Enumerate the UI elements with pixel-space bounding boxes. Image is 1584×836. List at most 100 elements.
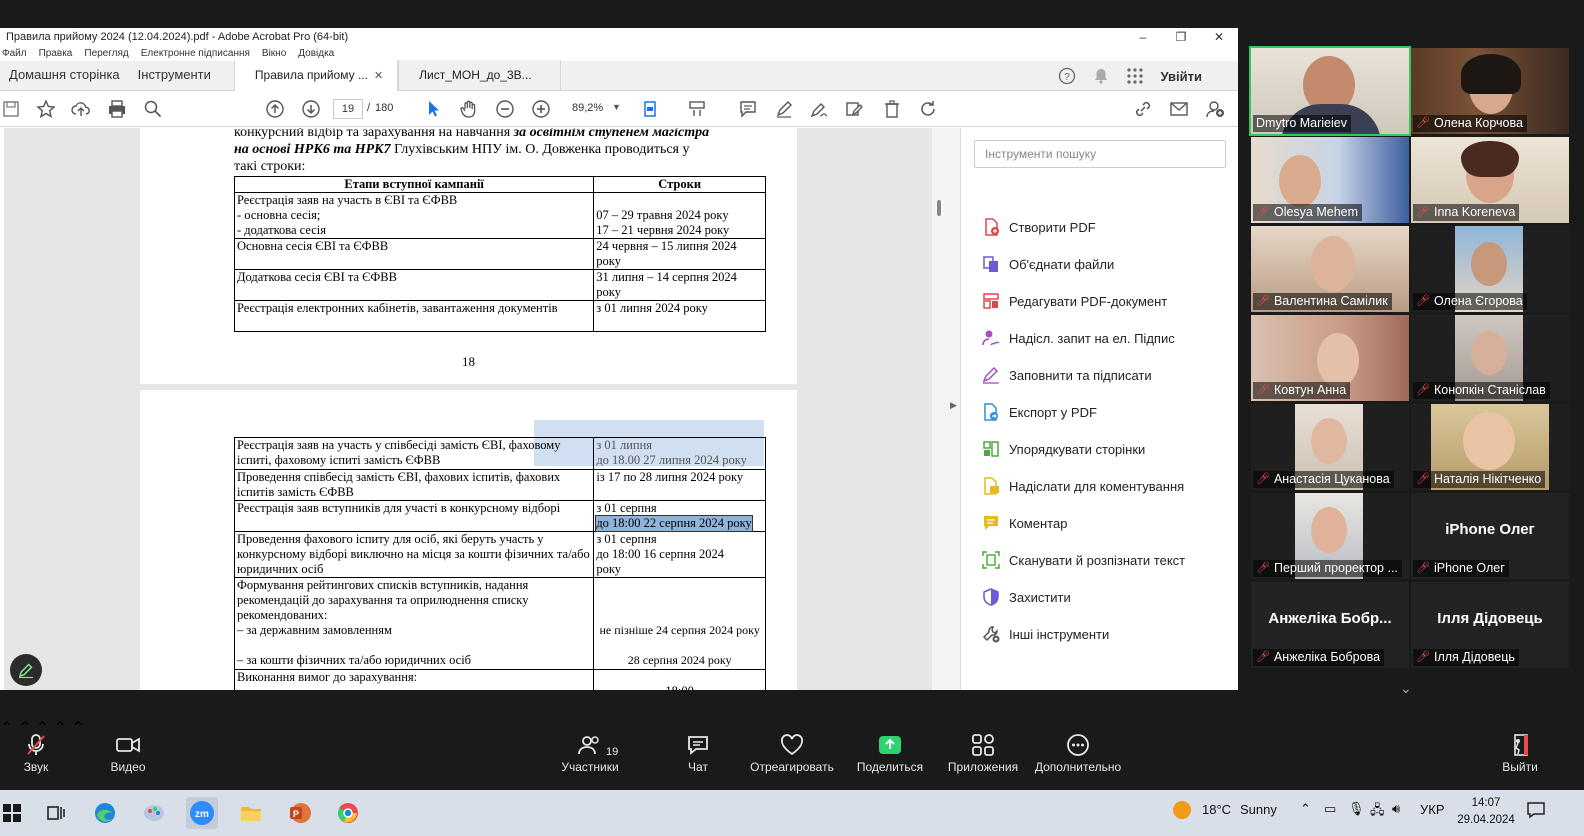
tab-home[interactable]: Домашня сторінка bbox=[0, 60, 129, 90]
scroll-mode-icon[interactable] bbox=[686, 98, 708, 120]
save-icon[interactable] bbox=[0, 98, 22, 120]
fit-page-icon[interactable] bbox=[640, 98, 662, 120]
participant-tile[interactable]: Dmytro Marieiev bbox=[1249, 46, 1411, 136]
page-number-input[interactable]: 19 bbox=[333, 99, 363, 119]
edit-pencil-button[interactable] bbox=[10, 654, 42, 686]
microphone-icon[interactable]: 🎙︎ bbox=[1348, 801, 1365, 817]
zoom-out-icon[interactable] bbox=[494, 98, 516, 120]
email-icon[interactable] bbox=[1168, 98, 1190, 120]
participant-tile[interactable]: iPhone Олег 🎤︎ iPhone Олег bbox=[1411, 493, 1569, 579]
next-page-icon[interactable] bbox=[300, 98, 322, 120]
menu-help[interactable]: Довідка bbox=[298, 48, 334, 59]
tool-more-tools[interactable]: Інші інструменти bbox=[981, 622, 1109, 646]
highlight-pen-icon[interactable] bbox=[773, 98, 795, 120]
print-icon[interactable] bbox=[106, 98, 128, 120]
zoom-level[interactable]: 89,2% bbox=[572, 102, 603, 114]
tool-combine-files[interactable]: Об'єднати файли bbox=[981, 252, 1114, 276]
participant-tile[interactable]: 🎤︎ Олена Єгорова bbox=[1411, 226, 1569, 312]
input-language[interactable]: УКР bbox=[1420, 802, 1445, 817]
participant-tile[interactable]: Ілля Дідовець 🎤︎ Ілля Дідовець bbox=[1411, 582, 1569, 668]
paint-app-icon[interactable] bbox=[138, 797, 170, 829]
gallery-next-page-icon[interactable]: ⌄ bbox=[1400, 680, 1412, 697]
notification-bell-icon[interactable] bbox=[1092, 67, 1110, 85]
apps-grid-icon[interactable] bbox=[1126, 67, 1144, 85]
close-button[interactable]: ✕ bbox=[1200, 30, 1238, 44]
video-button[interactable]: Видео bbox=[104, 730, 152, 774]
tool-fill-sign[interactable]: Заповнити та підписати bbox=[981, 363, 1152, 387]
rotate-icon[interactable] bbox=[917, 98, 939, 120]
network-icon[interactable]: 🖧︎ bbox=[1370, 801, 1385, 823]
tab-document-letter[interactable]: Лист_МОН_до_3В... bbox=[398, 60, 561, 90]
document-viewer[interactable]: конкурсний відбір та зарахування на навч… bbox=[4, 128, 932, 690]
tool-protect[interactable]: Захистити bbox=[981, 585, 1071, 609]
tool-edit-pdf[interactable]: Редагувати PDF-документ bbox=[981, 289, 1167, 313]
participant-tile[interactable]: 🎤︎ Olesya Mehem bbox=[1251, 137, 1409, 223]
leave-meeting-button[interactable]: Выйти bbox=[1496, 730, 1544, 774]
chrome-browser-icon[interactable] bbox=[332, 797, 364, 829]
tools-search-input[interactable]: Інструменти пошуку bbox=[974, 140, 1226, 168]
sign-in-button[interactable]: Увійти bbox=[1160, 69, 1202, 84]
chat-button[interactable]: Чат bbox=[678, 730, 718, 774]
collapse-pane-toggle[interactable]: ▶ bbox=[948, 128, 960, 690]
chevron-up-icon[interactable]: ⌃ bbox=[1300, 801, 1311, 817]
participant-tile[interactable]: 🎤︎ Конопкін Станіслав bbox=[1411, 315, 1569, 401]
vertical-scrollbar[interactable] bbox=[932, 128, 948, 690]
weather-condition[interactable]: Sunny bbox=[1240, 802, 1277, 817]
edit-text-icon[interactable] bbox=[843, 98, 865, 120]
zoom-app-icon[interactable]: zm bbox=[186, 797, 218, 829]
react-options-caret-icon[interactable]: ⌃ bbox=[71, 720, 84, 737]
select-cursor-icon[interactable] bbox=[422, 98, 444, 120]
zoom-in-icon[interactable] bbox=[530, 98, 552, 120]
react-button[interactable]: Отреагировать bbox=[748, 730, 836, 774]
delete-icon[interactable] bbox=[881, 98, 903, 120]
tool-export-pdf[interactable]: Експорт у PDF bbox=[981, 400, 1097, 424]
audio-options-caret-icon[interactable]: ⌃ bbox=[0, 720, 13, 737]
tab-tools[interactable]: Інструменти bbox=[129, 60, 220, 90]
upload-cloud-icon[interactable] bbox=[70, 98, 92, 120]
volume-icon[interactable]: 🔊︎ bbox=[1392, 801, 1400, 817]
participant-tile[interactable]: 🎤︎ Перший проректор ... bbox=[1251, 493, 1409, 579]
audio-button[interactable]: Звук bbox=[14, 730, 58, 774]
tool-comment[interactable]: Коментар bbox=[981, 511, 1067, 535]
participant-tile[interactable]: 🎤︎ Валентина Самілик bbox=[1251, 226, 1409, 312]
zoom-dropdown-icon[interactable]: ▼ bbox=[612, 102, 621, 112]
system-clock[interactable]: 14:07 29.04.2024 bbox=[1456, 795, 1516, 829]
add-user-icon[interactable] bbox=[1204, 98, 1226, 120]
powerpoint-icon[interactable]: P bbox=[284, 797, 316, 829]
participant-tile[interactable]: Анжеліка Бобр... 🎤︎ Анжеліка Боброва bbox=[1251, 582, 1409, 668]
share-screen-button[interactable]: Поделиться bbox=[854, 730, 926, 774]
zoom-search-icon[interactable] bbox=[142, 98, 164, 120]
meet-now-icon[interactable]: ▭ bbox=[1324, 801, 1336, 817]
weather-temperature[interactable]: 18°C bbox=[1202, 802, 1231, 817]
draw-sign-icon[interactable] bbox=[808, 98, 830, 120]
edge-browser-icon[interactable] bbox=[89, 797, 121, 829]
menu-file[interactable]: Файл bbox=[2, 48, 27, 59]
more-button[interactable]: Дополнительно bbox=[1032, 730, 1124, 774]
tool-send-comment[interactable]: Надіслати для коментування bbox=[981, 474, 1184, 498]
menu-esign[interactable]: Електронне підписання bbox=[141, 48, 250, 59]
scrollbar-thumb[interactable] bbox=[937, 200, 941, 216]
participant-tile[interactable]: 🎤︎ Анастасія Цуканова bbox=[1251, 404, 1409, 490]
task-view-icon[interactable] bbox=[40, 797, 72, 829]
bookmark-star-icon[interactable] bbox=[35, 98, 57, 120]
participant-tile[interactable]: 🎤︎ Наталія Нікітченко bbox=[1411, 404, 1569, 490]
share-link-icon[interactable] bbox=[1132, 98, 1154, 120]
participant-tile[interactable]: 🎤︎ Олена Корчова bbox=[1411, 48, 1569, 134]
restore-button[interactable]: ❐ bbox=[1162, 30, 1200, 44]
tool-organize-pages[interactable]: Упорядкувати сторінки bbox=[981, 437, 1145, 461]
apps-button[interactable]: Приложения bbox=[944, 730, 1022, 774]
menu-window[interactable]: Вікно bbox=[262, 48, 286, 59]
close-tab-icon[interactable]: ✕ bbox=[374, 70, 383, 82]
minimize-button[interactable]: – bbox=[1124, 30, 1162, 44]
menu-edit[interactable]: Правка bbox=[39, 48, 73, 59]
previous-page-icon[interactable] bbox=[264, 98, 286, 120]
participant-tile[interactable]: 🎤︎ Inna Koreneva bbox=[1411, 137, 1569, 223]
tool-request-signature[interactable]: Надісл. запит на ел. Підпис bbox=[981, 326, 1175, 350]
tool-create-pdf[interactable]: Створити PDF bbox=[981, 215, 1096, 239]
help-icon[interactable]: ? bbox=[1058, 67, 1076, 85]
menu-view[interactable]: Перегляд bbox=[84, 48, 128, 59]
tool-scan-ocr[interactable]: Сканувати й розпізнати текст bbox=[981, 548, 1185, 572]
tab-document-rules[interactable]: Правила прийому ... ✕ bbox=[233, 60, 399, 91]
windows-start-icon[interactable] bbox=[0, 797, 28, 829]
notification-center-icon[interactable] bbox=[1526, 800, 1546, 823]
